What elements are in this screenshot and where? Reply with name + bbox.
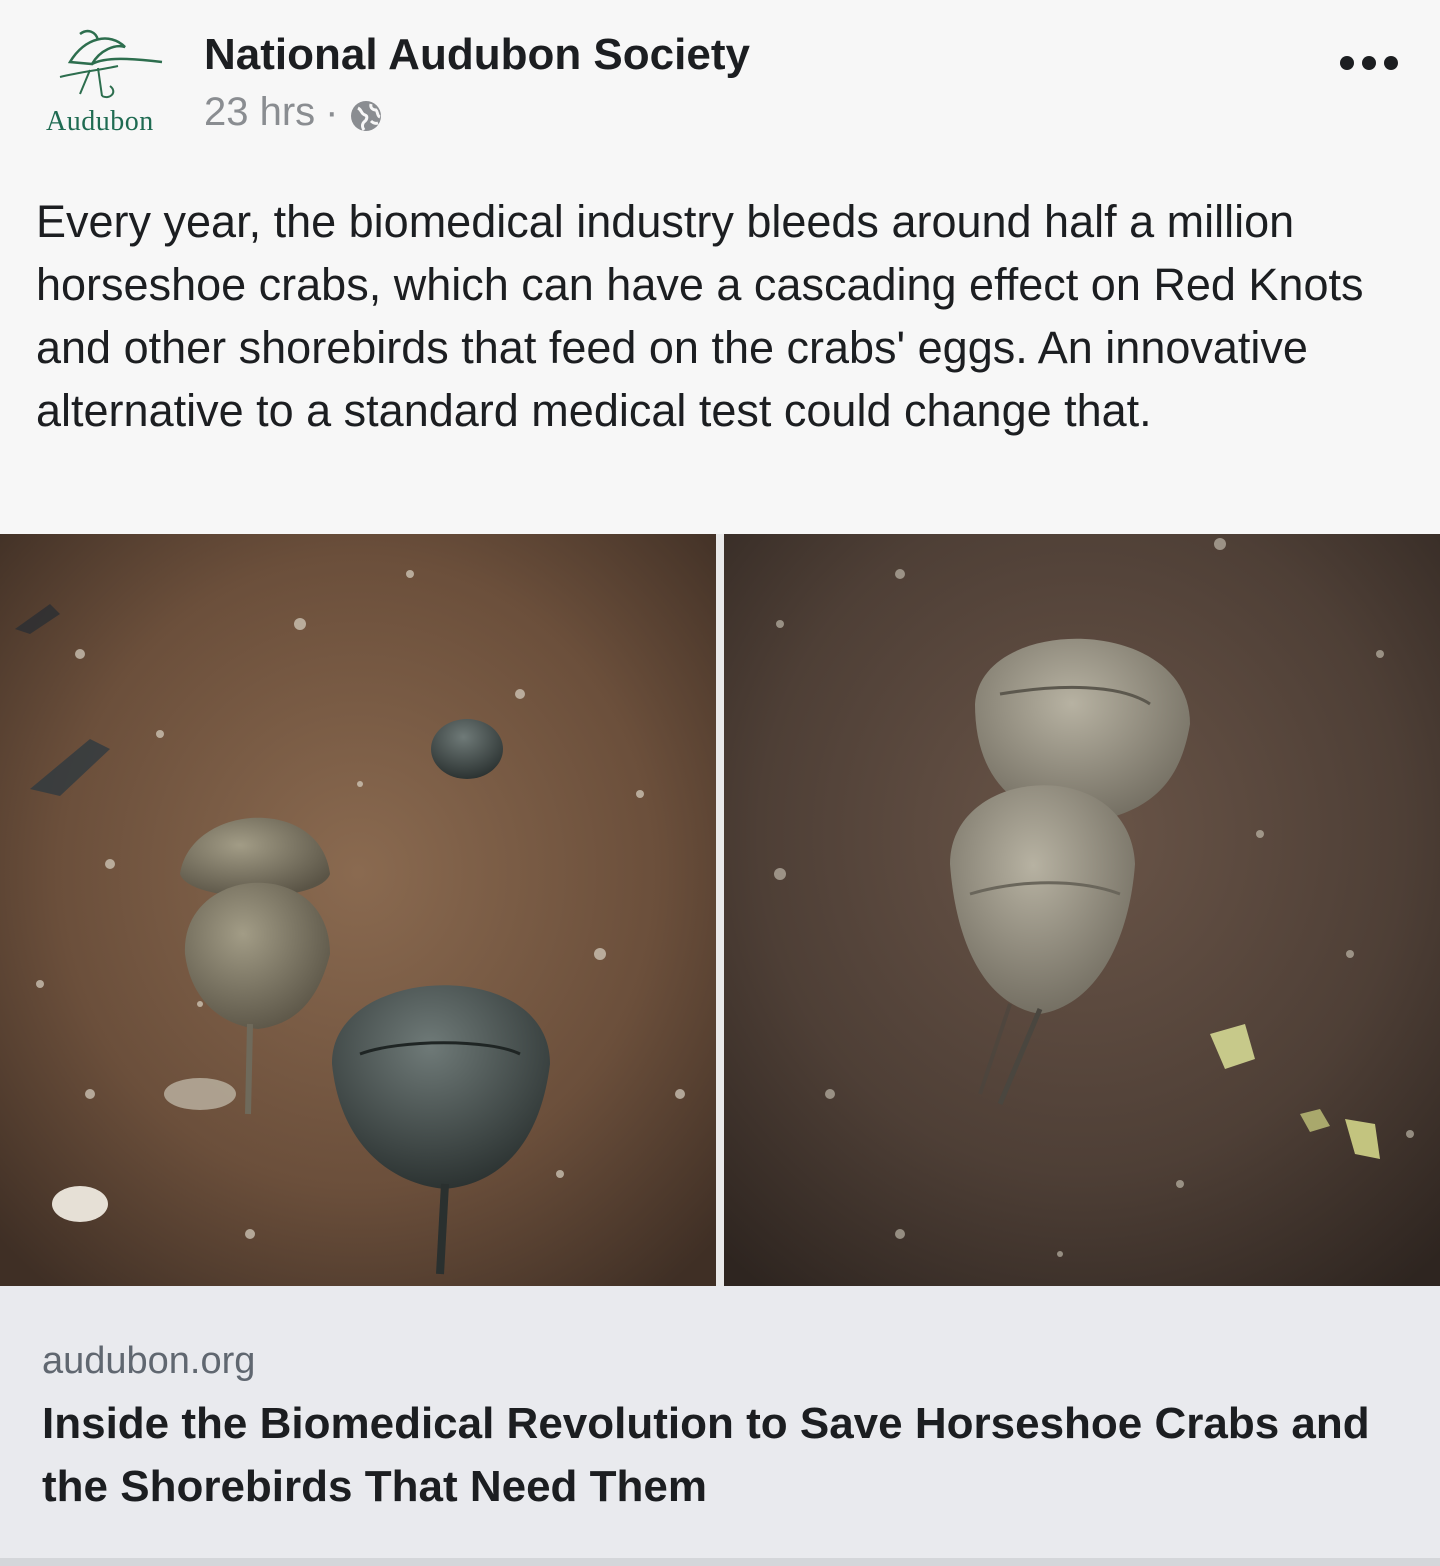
more-dot <box>1362 56 1376 70</box>
meta-separator: · <box>325 90 339 134</box>
egret-logo-icon <box>59 29 163 98</box>
globe-icon <box>349 98 383 132</box>
post-timestamp[interactable]: 23 hrs <box>204 90 315 135</box>
card-divider <box>0 1558 1440 1566</box>
more-options-icon[interactable] <box>1334 50 1404 76</box>
horseshoe-crabs-photo <box>0 534 1440 1286</box>
link-domain: audubon.org <box>42 1340 256 1382</box>
more-dot <box>1384 56 1398 70</box>
feed-post: Audubon National Audubon Society 23 hrs … <box>0 0 1440 1566</box>
link-title[interactable]: Inside the Biomedical Revolution to Save… <box>42 1392 1382 1518</box>
post-meta: 23 hrs · <box>204 90 383 135</box>
post-header: Audubon National Audubon Society 23 hrs … <box>0 0 1440 170</box>
link-preview-card[interactable]: audubon.org Inside the Biomedical Revolu… <box>0 1286 1440 1558</box>
post-image[interactable] <box>0 534 1440 1286</box>
page-avatar[interactable]: Audubon <box>40 22 170 140</box>
post-caption: Every year, the biomedical industry blee… <box>36 196 1364 436</box>
logo-wordmark: Audubon <box>46 106 154 137</box>
page-name[interactable]: National Audubon Society <box>204 30 750 80</box>
more-dot <box>1340 56 1354 70</box>
